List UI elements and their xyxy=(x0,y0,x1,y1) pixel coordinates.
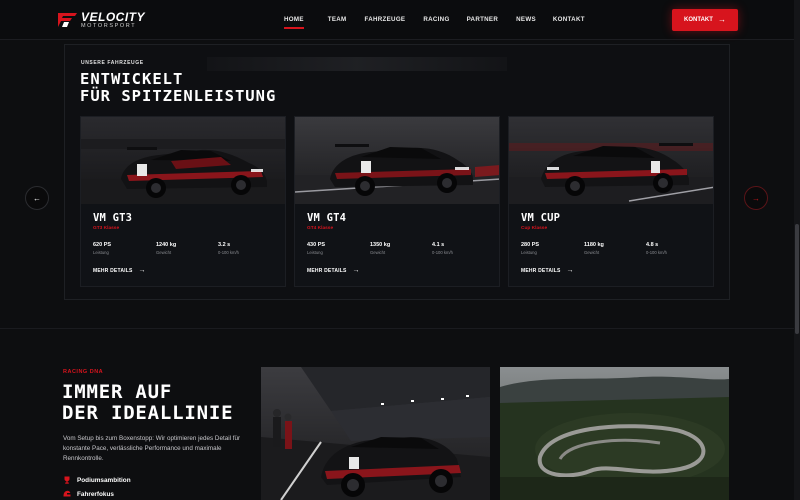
section-divider xyxy=(0,328,800,329)
pit-lane-photo xyxy=(261,367,490,500)
spec-weight: 1350 kg Gewicht xyxy=(370,242,391,255)
arrow-right-icon: → xyxy=(752,193,760,203)
logo-subtitle: MOTORSPORT xyxy=(81,22,137,29)
vehicles-title-line2: FÜR SPITZENLEISTUNG xyxy=(80,86,277,105)
arrow-left-icon: ← xyxy=(33,193,41,203)
arrow-right-icon: → xyxy=(138,267,146,274)
race-car-image xyxy=(509,117,713,204)
top-navigation: VELOCITY MOTORSPORT HOME TEAM FAHRZEUGE … xyxy=(0,0,800,40)
more-details-link[interactable]: MEHR DETAILS → xyxy=(93,267,146,274)
feature-driver: Fahrerfokus xyxy=(63,490,114,498)
vehicles-title: ENTWICKELT FÜR SPITZENLEISTUNG xyxy=(80,71,276,104)
spec-power: 620 PS Leistung xyxy=(93,242,112,255)
spec-weight: 1180 kg Gewicht xyxy=(584,242,604,255)
spec-power: 280 PS Leistung xyxy=(521,242,540,255)
carousel-prev-button[interactable]: ← xyxy=(25,186,49,210)
vehicle-card-cup[interactable]: VM CUP Cup Klasse 280 PS Leistung 1180 kg… xyxy=(508,116,714,287)
vehicle-class: GT4 Klasse xyxy=(307,226,334,231)
arrow-right-icon: → xyxy=(717,15,726,24)
contact-button[interactable]: KONTAKT → xyxy=(672,9,738,31)
vehicle-card-gt3[interactable]: VM GT3 GT3 Klasse 620 PS Leistung 1240 kg… xyxy=(80,116,286,287)
helmet-icon xyxy=(63,490,71,497)
vehicles-section: UNSERE FAHRZEUGE ENTWICKELT FÜR SPITZENL… xyxy=(64,44,730,300)
vehicles-eyebrow: UNSERE FAHRZEUGE xyxy=(81,60,144,66)
vehicles-title-line1: ENTWICKELT xyxy=(80,70,184,88)
scrollbar-thumb[interactable] xyxy=(795,224,799,334)
main-menu: HOME TEAM FAHRZEUGE RACING PARTNER NEWS … xyxy=(276,16,585,29)
spec-power: 430 PS Leistung xyxy=(307,242,326,255)
trophy-icon xyxy=(64,476,70,484)
contact-button-label: KONTAKT xyxy=(684,17,713,23)
nav-item-news[interactable]: NEWS xyxy=(516,16,536,23)
nav-item-team[interactable]: TEAM xyxy=(328,16,347,23)
race-track-photo xyxy=(500,367,729,500)
vehicle-name: VM GT3 xyxy=(93,212,133,224)
spec-acceleration: 4.8 s 0-100 km/h xyxy=(646,242,667,255)
nav-item-fahrzeuge[interactable]: FAHRZEUGE xyxy=(365,16,406,23)
dna-description: Vom Setup bis zum Boxenstopp: Wir optimi… xyxy=(63,435,241,463)
vehicle-name: VM GT4 xyxy=(307,212,347,224)
feature-podium: Podiumsambition xyxy=(63,476,131,484)
vehicle-name: VM CUP xyxy=(521,212,561,224)
nav-item-partner[interactable]: PARTNER xyxy=(467,16,499,23)
more-details-link[interactable]: MEHR DETAILS → xyxy=(307,267,360,274)
dna-title: IMMER AUF DER IDEALLINIE xyxy=(62,382,233,424)
dna-title-line1: IMMER AUF xyxy=(62,381,173,403)
logo-mark-icon xyxy=(58,13,77,27)
arrow-right-icon: → xyxy=(352,267,360,274)
race-car-image xyxy=(295,117,499,204)
carousel-next-button[interactable]: → xyxy=(744,186,768,210)
logo[interactable]: VELOCITY MOTORSPORT xyxy=(58,11,145,29)
arrow-right-icon: → xyxy=(566,267,574,274)
nav-item-home[interactable]: HOME xyxy=(284,16,304,29)
vehicle-class: GT3 Klasse xyxy=(93,226,120,231)
background-blur xyxy=(207,57,507,71)
spec-weight: 1240 kg Gewicht xyxy=(156,242,177,255)
dna-eyebrow: RACING DNA xyxy=(63,369,104,375)
vehicle-class: Cup Klasse xyxy=(521,226,548,231)
vehicle-card-gt4[interactable]: VM GT4 GT4 Klasse 430 PS Leistung 1350 kg… xyxy=(294,116,500,287)
feature-label: Fahrerfokus xyxy=(77,490,114,498)
feature-label: Podiumsambition xyxy=(77,476,131,484)
nav-item-racing[interactable]: RACING xyxy=(423,16,449,23)
nav-item-kontakt[interactable]: KONTAKT xyxy=(553,16,585,23)
spec-acceleration: 3.2 s 0-100 km/h xyxy=(218,242,239,255)
more-details-link[interactable]: MEHR DETAILS → xyxy=(521,267,574,274)
spec-acceleration: 4.1 s 0-100 km/h xyxy=(432,242,453,255)
race-car-image xyxy=(81,117,285,204)
dna-title-line2: DER IDEALLINIE xyxy=(62,402,234,424)
logo-wordmark: VELOCITY xyxy=(81,9,146,24)
